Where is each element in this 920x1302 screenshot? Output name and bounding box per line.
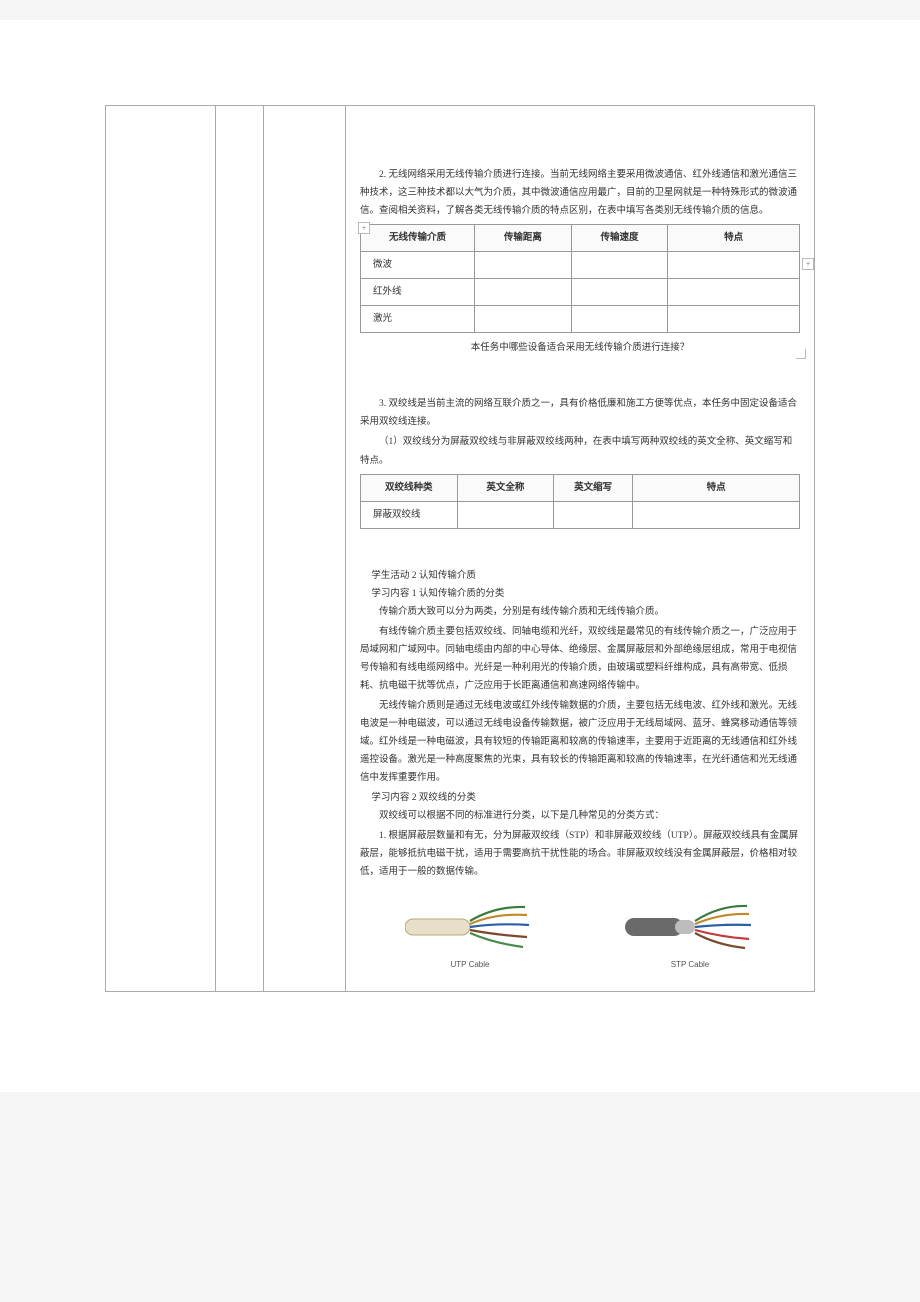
table1-wrapper: + + 无线传输介质 传输距离 传输速度 特点 <box>360 224 800 333</box>
stp-cable-icon <box>625 901 755 951</box>
outer-cell-1 <box>106 106 216 992</box>
table-row: 屏蔽双绞线 <box>361 501 800 528</box>
table-insert-icon[interactable]: + <box>802 258 814 270</box>
t2-h2: 英文全称 <box>457 474 554 501</box>
outer-cell-3 <box>264 106 346 992</box>
t1-r1[interactable]: 微波 <box>361 252 475 279</box>
section2-sub1: （1）双绞线分为屏蔽双绞线与非屏蔽双绞线两种，在表中填写两种双绞线的英文全称、英… <box>360 433 800 469</box>
activity-title: 学生活动 2 认知传输介质 <box>360 567 800 585</box>
utp-label: UTP Cable <box>451 957 490 972</box>
table-row: 红外线 <box>361 279 800 306</box>
t2-h3: 英文缩写 <box>554 474 633 501</box>
outer-layout-table: 2. 无线网络采用无线传输介质进行连接。当前无线网络主要采用微波通信、红外线通信… <box>105 105 815 992</box>
wireless-media-table: 无线传输介质 传输距离 传输速度 特点 微波 <box>360 224 800 333</box>
t2-h4: 特点 <box>633 474 800 501</box>
table-handle-icon[interactable]: + <box>358 222 370 234</box>
t2-h1: 双绞线种类 <box>361 474 458 501</box>
stp-cable-figure: STP Cable <box>625 901 755 972</box>
outer-content-cell: 2. 无线网络采用无线传输介质进行连接。当前无线网络主要采用微波通信、红外线通信… <box>346 106 815 992</box>
t1-h3: 传输速度 <box>571 225 668 252</box>
activity-p3: 无线传输介质则是通过无线电波或红外线传输数据的介质，主要包括无线电波、红外线和激… <box>360 697 800 787</box>
cable-illustration-row: UTP Cable <box>360 901 800 972</box>
activity-sub1-title: 学习内容 1 认知传输介质的分类 <box>360 585 800 603</box>
t1-h2: 传输距离 <box>475 225 572 252</box>
t1-h4: 特点 <box>668 225 800 252</box>
activity-p2: 有线传输介质主要包括双绞线、同轴电缆和光纤，双绞线是最常见的有线传输介质之一，广… <box>360 623 800 695</box>
activity-sub2-title: 学习内容 2 双绞线的分类 <box>360 789 800 807</box>
section1-intro: 2. 无线网络采用无线传输介质进行连接。当前无线网络主要采用微波通信、红外线通信… <box>360 166 800 220</box>
outer-cell-2 <box>216 106 264 992</box>
table-row: 微波 <box>361 252 800 279</box>
section2-intro: 3. 双绞线是当前主流的网络互联介质之一，具有价格低廉和施工方便等优点，本任务中… <box>360 395 800 431</box>
utp-cable-icon <box>405 901 535 951</box>
activity-p1: 传输介质大致可以分为两类，分别是有线传输介质和无线传输介质。 <box>360 603 800 621</box>
document-page: 2. 无线网络采用无线传输介质进行连接。当前无线网络主要采用微波通信、红外线通信… <box>0 20 920 1092</box>
resize-handle-icon[interactable] <box>796 349 806 359</box>
t1-r3[interactable]: 激光 <box>361 306 475 333</box>
table-row: 激光 <box>361 306 800 333</box>
table1-caption: 本任务中哪些设备适合采用无线传输介质进行连接？ <box>360 339 800 357</box>
t2-r1[interactable]: 屏蔽双绞线 <box>361 501 458 528</box>
t1-h1: 无线传输介质 <box>361 225 475 252</box>
utp-cable-figure: UTP Cable <box>405 901 535 972</box>
t1-r2[interactable]: 红外线 <box>361 279 475 306</box>
stp-label: STP Cable <box>671 957 710 972</box>
activity-p4: 双绞线可以根据不同的标准进行分类，以下是几种常见的分类方式： <box>360 807 800 825</box>
activity-p5: 1. 根据屏蔽层数量和有无，分为屏蔽双绞线（STP）和非屏蔽双绞线（UTP）。屏… <box>360 827 800 881</box>
twisted-pair-table: 双绞线种类 英文全称 英文缩写 特点 屏蔽双绞线 <box>360 474 800 529</box>
